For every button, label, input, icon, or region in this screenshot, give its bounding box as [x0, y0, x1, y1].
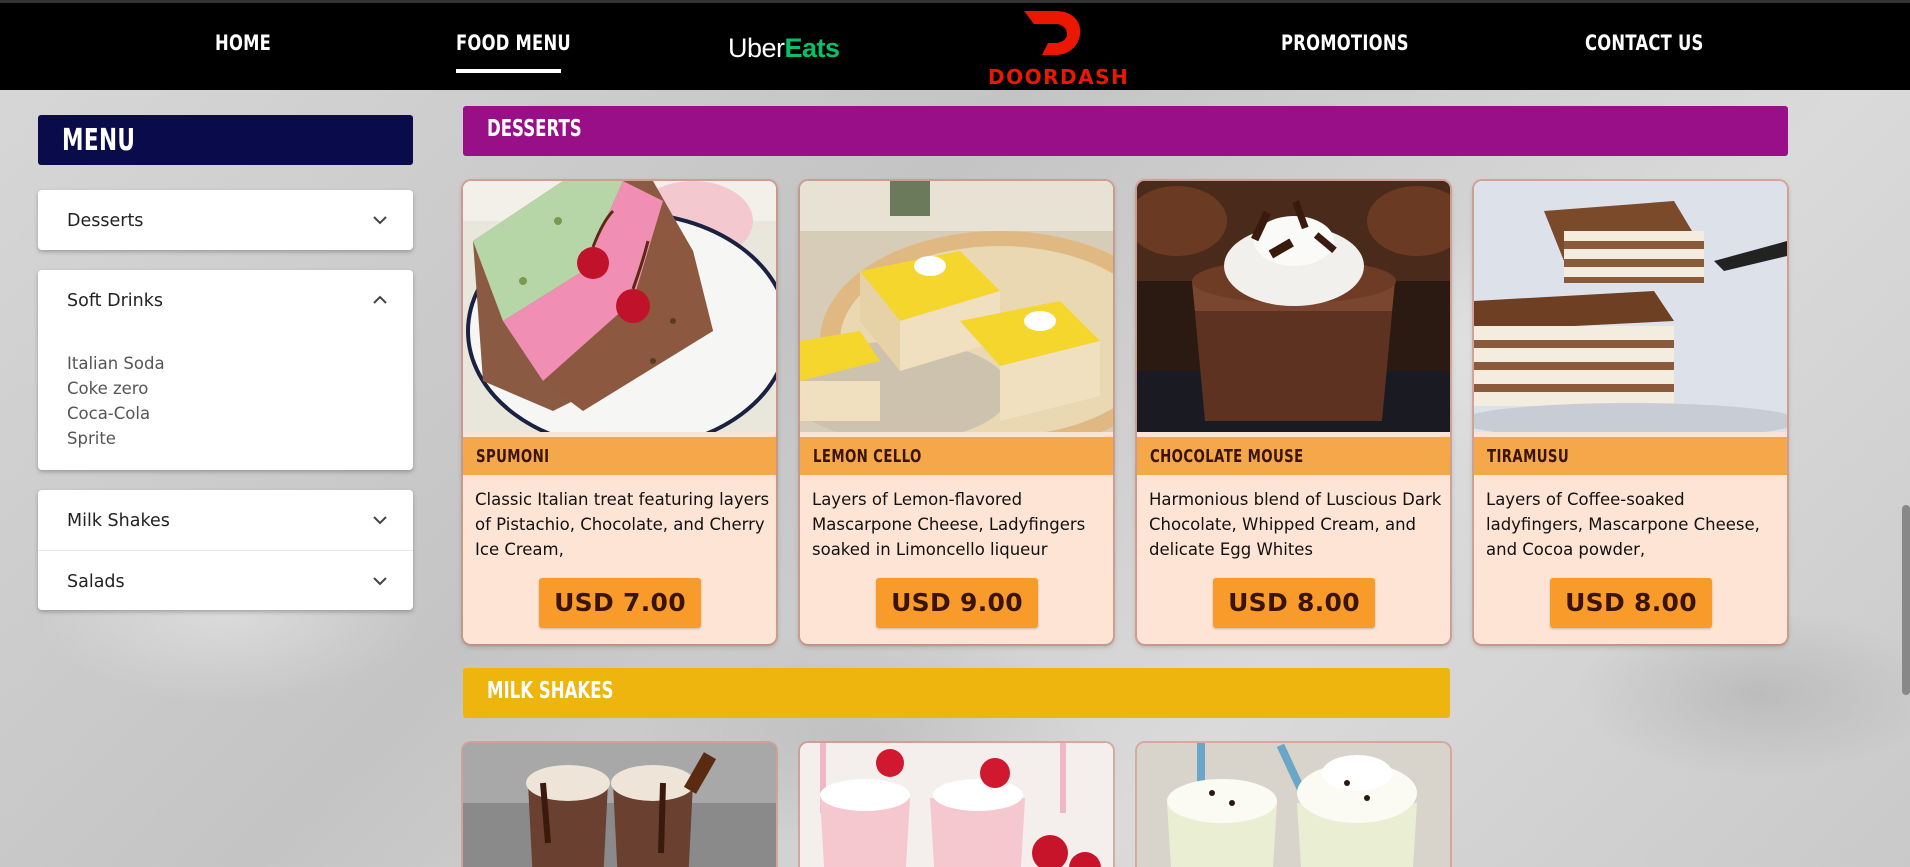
product-name: SPUMONI	[476, 446, 550, 467]
nav-food-menu[interactable]: FOOD MENU	[456, 31, 571, 55]
doordash-logo-text: DOORDASH	[988, 65, 1130, 89]
accordion-desserts[interactable]: Desserts	[38, 190, 413, 250]
accordion-soft-drinks[interactable]: Soft Drinks Italian Soda Coke zero Coca-…	[38, 270, 413, 470]
product-card-milkshake[interactable]	[463, 743, 776, 867]
product-name: LEMON CELLO	[813, 446, 922, 467]
product-image-vanilla-shake	[1137, 743, 1450, 867]
section-banner-desserts: DESSERTS	[463, 106, 1788, 156]
accordion-header-soft-drinks[interactable]: Soft Drinks	[38, 270, 413, 330]
product-image-spumoni	[463, 181, 776, 432]
section-banner-milk-shakes: MILK SHAKES	[463, 668, 1450, 718]
product-card-milkshake[interactable]	[1137, 743, 1450, 867]
chevron-down-icon	[373, 577, 387, 586]
accordion-label: Soft Drinks	[67, 291, 163, 311]
accordion-header-desserts[interactable]: Desserts	[38, 190, 413, 250]
price-button[interactable]: USD 8.00	[1213, 578, 1375, 628]
list-item[interactable]: Coca-Cola	[67, 401, 165, 426]
product-name-bar: LEMON CELLO	[800, 437, 1113, 475]
product-image-chocolate-mouse	[1137, 181, 1450, 432]
section-title: DESSERTS	[487, 116, 582, 142]
top-nav: HOME FOOD MENU UberEats DOORDASH PROMOTI…	[0, 0, 1910, 90]
product-name-bar: SPUMONI	[463, 437, 776, 475]
ubereats-link[interactable]: UberEats	[728, 33, 840, 64]
accordion-label: Milk Shakes	[67, 511, 170, 531]
product-card-lemon-cello[interactable]: LEMON CELLO Layers of Lemon-flavored Mas…	[800, 181, 1113, 644]
chevron-up-icon	[373, 295, 387, 304]
product-image-tiramusu	[1474, 181, 1787, 432]
soft-drinks-list: Italian Soda Coke zero Coca-Cola Sprite	[67, 351, 165, 451]
nav-contact-us[interactable]: CONTACT US	[1585, 31, 1704, 55]
product-card-spumoni[interactable]: SPUMONI Classic Italian treat featuring …	[463, 181, 776, 644]
sidebar-menu-header: MENU	[38, 115, 413, 165]
section-title: MILK SHAKES	[487, 678, 614, 704]
price-button[interactable]: USD 8.00	[1550, 578, 1712, 628]
product-description: Layers of Lemon-flavored Mascarpone Chee…	[812, 490, 1086, 559]
accordion-header-salads[interactable]: Salads	[38, 550, 413, 610]
list-item[interactable]: Sprite	[67, 426, 165, 451]
list-item[interactable]: Italian Soda	[67, 351, 165, 376]
doordash-logo-icon	[1024, 11, 1081, 55]
sidebar-menu-title: MENU	[62, 123, 136, 158]
chevron-down-icon	[373, 516, 387, 525]
price-button[interactable]: USD 9.00	[876, 578, 1038, 628]
product-image-lemon-cello	[800, 181, 1113, 432]
product-name-bar: TIRAMUSU	[1474, 437, 1787, 475]
nav-promotions[interactable]: PROMOTIONS	[1281, 31, 1409, 55]
product-card-tiramusu[interactable]: TIRAMUSU Layers of Coffee-soaked ladyfin…	[1474, 181, 1787, 644]
product-description: Layers of Coffee-soaked ladyfingers, Mas…	[1486, 490, 1760, 559]
accordion-label: Salads	[67, 572, 125, 592]
ubereats-logo-eats: Eats	[784, 33, 841, 63]
product-description: Classic Italian treat featuring layers o…	[475, 490, 770, 559]
product-card-chocolate-mouse[interactable]: CHOCOLATE MOUSE Harmonious blend of Lusc…	[1137, 181, 1450, 644]
product-name-bar: CHOCOLATE MOUSE	[1137, 437, 1450, 475]
product-name: CHOCOLATE MOUSE	[1150, 446, 1304, 467]
product-name: TIRAMUSU	[1487, 446, 1570, 467]
price-button[interactable]: USD 7.00	[539, 578, 701, 628]
page-scrollbar[interactable]	[1902, 90, 1910, 867]
accordion-label: Desserts	[67, 211, 144, 231]
product-card-milkshake[interactable]	[800, 743, 1113, 867]
accordion-header-milk-shakes[interactable]: Milk Shakes	[38, 490, 413, 550]
list-item[interactable]: Coke zero	[67, 376, 165, 401]
nav-active-indicator	[456, 69, 561, 73]
product-image-chocolate-shake	[463, 743, 776, 867]
nav-home[interactable]: HOME	[215, 31, 271, 55]
doordash-link[interactable]: DOORDASH	[988, 9, 1130, 89]
chevron-down-icon	[373, 216, 387, 225]
product-description: Harmonious blend of Luscious Dark Chocol…	[1149, 490, 1442, 559]
page-scrollbar-thumb[interactable]	[1902, 505, 1910, 695]
accordion-group: Milk Shakes Salads	[38, 490, 413, 610]
ubereats-logo-uber: Uber	[728, 33, 785, 63]
product-image-strawberry-shake	[800, 743, 1113, 867]
